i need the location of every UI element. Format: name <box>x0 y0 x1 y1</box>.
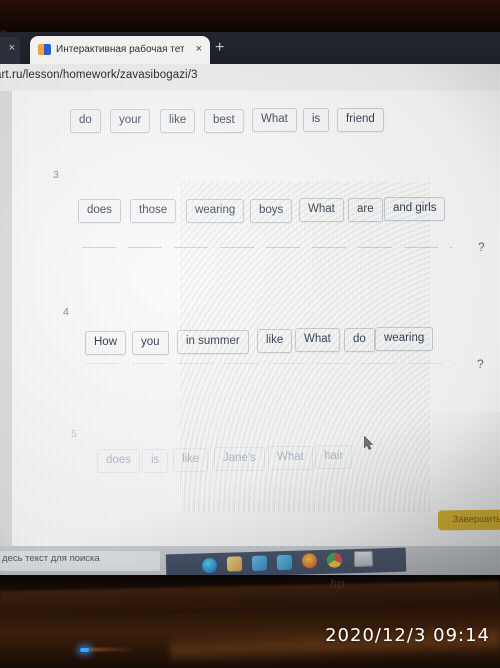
finish-button[interactable]: Завершить <box>437 509 500 531</box>
word-chip[interactable]: What <box>295 328 340 352</box>
word-chip[interactable]: does <box>78 199 121 223</box>
led-reflection <box>88 648 136 651</box>
word-chip[interactable]: friend <box>337 108 384 132</box>
mail-icon[interactable] <box>276 554 293 571</box>
question-number: 5 <box>71 428 77 440</box>
word-chip[interactable]: and girls <box>384 197 446 221</box>
url-text: art.ru/lesson/homework/zavasibogazi/3 <box>0 69 198 81</box>
word-chip[interactable]: do <box>70 109 101 133</box>
word-chip[interactable]: What <box>252 108 297 132</box>
camera-timestamp: 2020/12/3 09:14 <box>325 625 490 646</box>
word-chip[interactable]: hair <box>315 445 353 469</box>
word-chip[interactable]: like <box>160 109 196 133</box>
taskbar-search-placeholder: десь текст для поиска <box>2 553 100 564</box>
file-explorer-icon[interactable] <box>251 555 268 571</box>
brand-logo: hp <box>330 576 345 591</box>
close-icon[interactable]: × <box>9 42 15 54</box>
worksheet-page <box>0 91 500 546</box>
firefox-icon[interactable] <box>301 553 318 569</box>
word-chip[interactable]: Jane's <box>214 447 265 471</box>
word-chip[interactable]: best <box>204 109 244 133</box>
close-icon[interactable]: × <box>196 43 202 56</box>
question-number: 3 <box>53 169 59 181</box>
word-chip[interactable]: How <box>85 331 127 355</box>
word-chip[interactable]: What <box>268 446 313 470</box>
word-chip[interactable]: those <box>130 199 177 223</box>
chrome-icon[interactable] <box>326 552 343 568</box>
word-chip[interactable]: you <box>132 331 169 355</box>
word-chip[interactable]: boys <box>250 199 293 223</box>
word-chip[interactable]: What <box>299 198 344 222</box>
favicon-icon <box>38 44 51 55</box>
photo-dark-surround-top <box>0 0 500 34</box>
page-left-margin <box>0 91 12 546</box>
photo-of-laptop-screen: × Интерактивная рабочая тетрадь × + art.… <box>0 0 500 668</box>
browser-tab-title: Интерактивная рабочая тетрадь <box>56 44 184 55</box>
word-chip[interactable]: in summer <box>177 330 249 354</box>
laptop-screen: × Интерактивная рабочая тетрадь × + art.… <box>0 32 500 577</box>
word-chip[interactable]: is <box>142 449 169 473</box>
new-tab-button[interactable]: + <box>215 40 224 56</box>
word-chip[interactable]: your <box>110 109 151 133</box>
word-chip[interactable]: does <box>97 449 140 473</box>
word-chip[interactable]: wearing <box>375 327 434 351</box>
answer-line[interactable] <box>82 247 452 248</box>
browser-tab-partial[interactable]: × <box>0 37 20 64</box>
word-chip[interactable]: do <box>344 328 375 352</box>
photos-icon[interactable] <box>353 550 374 568</box>
power-led-icon <box>80 648 89 652</box>
question-mark: ? <box>477 357 484 371</box>
question-number: 4 <box>63 306 69 318</box>
browser-address-bar[interactable]: art.ru/lesson/homework/zavasibogazi/3 <box>0 64 500 92</box>
question-mark: ? <box>478 240 485 254</box>
word-chip[interactable]: like <box>173 448 209 472</box>
word-chip[interactable]: like <box>257 329 293 353</box>
word-chip[interactable]: are <box>348 198 383 222</box>
browser-tab-strip: × Интерактивная рабочая тетрадь × + <box>0 32 500 64</box>
word-chip[interactable]: is <box>303 108 330 132</box>
edge-icon[interactable] <box>201 557 218 574</box>
store-icon[interactable] <box>226 556 243 572</box>
word-chip[interactable]: wearing <box>186 199 245 223</box>
browser-tab-active[interactable]: Интерактивная рабочая тетрадь × <box>30 36 210 64</box>
mouse-cursor-icon <box>364 436 373 450</box>
answer-line[interactable] <box>86 363 456 364</box>
